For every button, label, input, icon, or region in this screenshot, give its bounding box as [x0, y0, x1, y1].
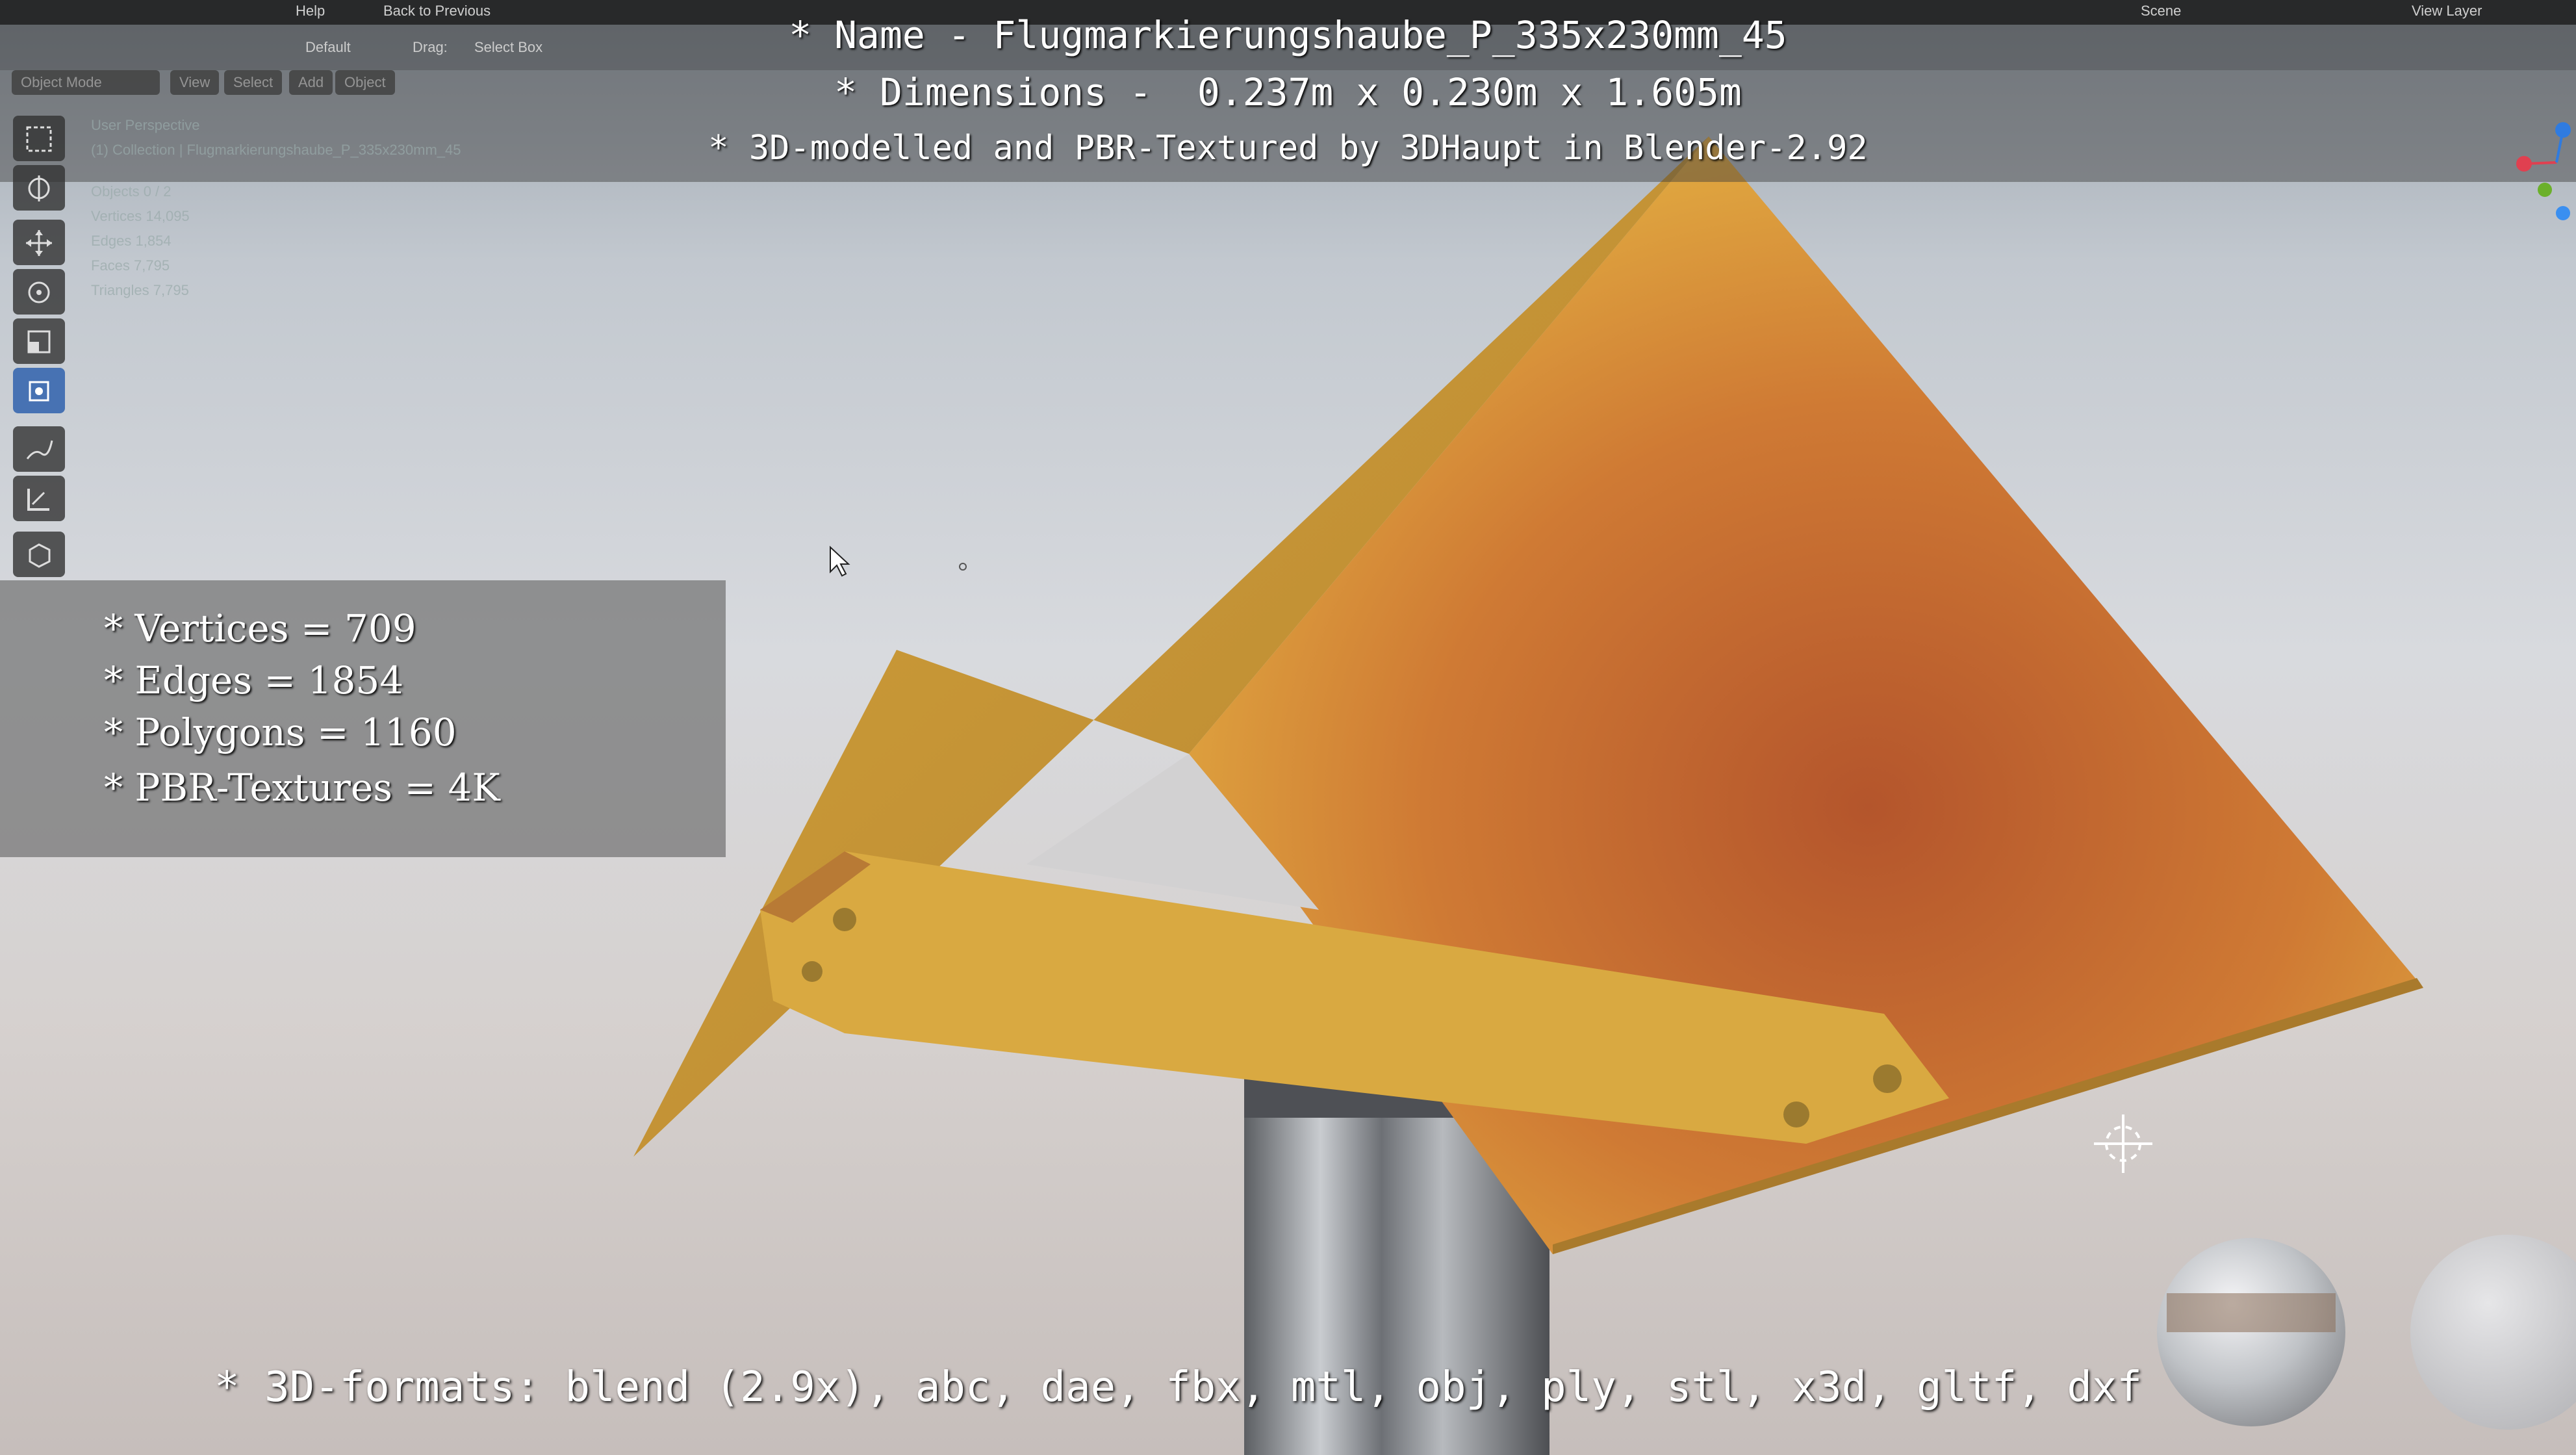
- measure-tool[interactable]: [13, 476, 65, 521]
- rotate-tool[interactable]: [13, 269, 65, 315]
- y-axis-icon: [2538, 183, 2552, 197]
- stat-polygons: * Polygons = 1160: [104, 710, 457, 754]
- stat-vertices: * Vertices = 709: [104, 606, 416, 650]
- cursor-tool[interactable]: [13, 165, 65, 211]
- transform-icon: [29, 381, 49, 402]
- model-name-line: * Name - Flugmarkierungshaube_P_335x230m…: [789, 13, 1787, 57]
- model-dimensions-line: * Dimensions - 0.237m x 0.230m x 1.605m: [834, 70, 1742, 114]
- stat-pbr-textures: * PBR-Textures = 4K: [104, 766, 500, 810]
- faces-stat: Faces 7,795: [91, 257, 170, 274]
- cursor-icon: [28, 175, 50, 201]
- stat-edges: * Edges = 1854: [104, 658, 404, 702]
- mesh-stats-panel: * Vertices = 709 * Edges = 1854 * Polygo…: [0, 580, 726, 857]
- measure-ruler-icon: [27, 489, 49, 511]
- mouse-pointer-icon: [830, 545, 850, 577]
- edges-stat: Edges 1,854: [91, 233, 172, 249]
- tool-shelf: [9, 116, 69, 584]
- add-cube-icon: [29, 543, 51, 568]
- 3d-cursor-icon: [2094, 1114, 2152, 1173]
- transform-tool[interactable]: [13, 368, 65, 413]
- scale-tool[interactable]: [13, 318, 65, 364]
- move-tool[interactable]: [13, 220, 65, 265]
- formats-line: * 3D-formats: blend (2.9x), abc, dae, fb…: [214, 1363, 2142, 1411]
- triangles-stat: Triangles 7,795: [91, 282, 189, 298]
- rotate-icon: [28, 281, 50, 303]
- credit-line: * 3D-modelled and PBR-Textured by 3DHaup…: [708, 129, 1868, 168]
- add-cube-tool[interactable]: [13, 532, 65, 577]
- annotate-tool[interactable]: [13, 426, 65, 472]
- move-icon: [26, 230, 52, 256]
- annotate-pen-icon: [26, 440, 53, 459]
- objects-stat: Objects 0 / 2: [91, 183, 172, 200]
- scale-icon: [27, 330, 51, 354]
- vertices-stat: Vertices 14,095: [91, 208, 190, 224]
